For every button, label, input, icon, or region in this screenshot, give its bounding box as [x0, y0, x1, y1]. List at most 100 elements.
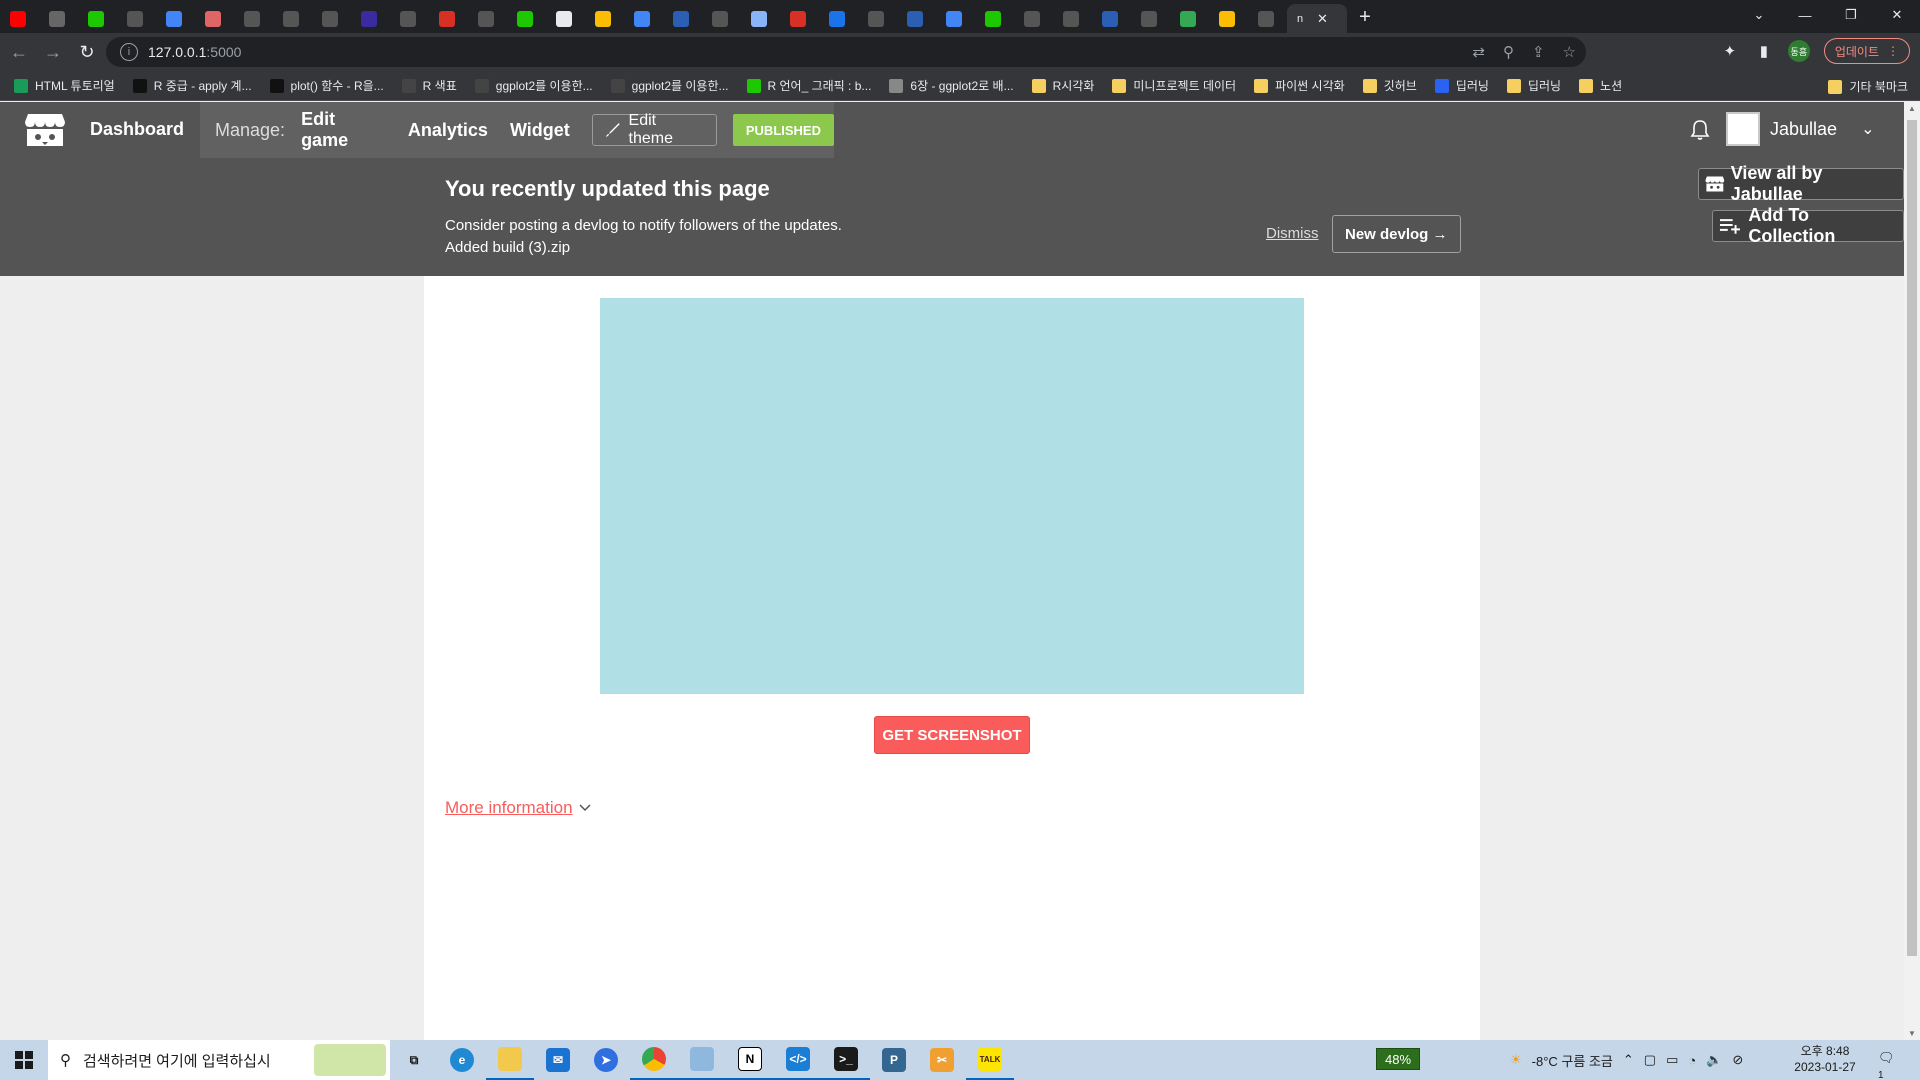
notification-center-icon[interactable]: 🗨1 [1878, 1050, 1900, 1080]
bookmark-item[interactable]: 딥러닝 [1506, 77, 1561, 94]
address-bar[interactable]: i 127.0.0.1:5000 ⇄ ⚲ ⇪ ☆ [106, 37, 1586, 67]
site-info-icon[interactable]: i [120, 43, 138, 61]
browser-tab[interactable] [351, 4, 390, 33]
browser-tab[interactable] [273, 4, 312, 33]
todo-icon[interactable]: ➤ [582, 1040, 630, 1080]
scroll-up-icon[interactable]: ▲ [1908, 104, 1916, 113]
close-window-button[interactable]: ✕ [1874, 0, 1920, 30]
edit-theme-button[interactable]: Edit theme [591, 112, 717, 147]
browser-tab[interactable] [156, 4, 195, 33]
bookmark-item[interactable]: R시각화 [1031, 77, 1094, 94]
other-bookmarks[interactable]: 기타 북마크 [1828, 78, 1908, 95]
browser-tab[interactable] [468, 4, 507, 33]
notification-bell-icon[interactable] [1688, 118, 1712, 142]
browser-tab[interactable] [1053, 4, 1092, 33]
bookmark-item[interactable]: 6장 - ggplot2로 배... [889, 77, 1014, 94]
side-panel-icon[interactable]: ▮ [1754, 42, 1774, 60]
browser-tab[interactable] [546, 4, 585, 33]
task-view-icon[interactable]: ⧉ [390, 1040, 438, 1080]
bookmark-item[interactable]: plot() 함수 - R을... [269, 77, 384, 94]
browser-tab[interactable] [663, 4, 702, 33]
weather-icon[interactable]: ☀ [1510, 1052, 1522, 1068]
browser-tab[interactable] [1170, 4, 1209, 33]
back-icon[interactable]: ← [4, 37, 34, 67]
browser-tab[interactable] [0, 4, 39, 33]
browser-tab[interactable] [78, 4, 117, 33]
browser-tab[interactable] [1209, 4, 1248, 33]
restore-button[interactable]: ❐ [1828, 0, 1874, 30]
dismiss-link[interactable]: Dismiss [1266, 225, 1319, 242]
app-icon[interactable]: ✂ [918, 1040, 966, 1080]
mail-icon[interactable]: ✉ [534, 1040, 582, 1080]
taskbar-search[interactable]: ⚲ 검색하려면 여기에 입력하십시 [48, 1040, 390, 1080]
weather-text[interactable]: -8°C 구름 조금 [1532, 1051, 1613, 1070]
browser-tab[interactable] [507, 4, 546, 33]
tab-search-icon[interactable]: ⌄ [1736, 0, 1782, 30]
browser-tab[interactable] [780, 4, 819, 33]
file-explorer-icon[interactable] [486, 1040, 534, 1080]
forward-icon[interactable]: → [38, 37, 68, 67]
kakaotalk-icon[interactable]: TALK [966, 1040, 1014, 1080]
game-embed-frame[interactable] [600, 298, 1304, 694]
browser-tab[interactable] [234, 4, 273, 33]
edge-icon[interactable]: e [438, 1040, 486, 1080]
browser-tab[interactable] [702, 4, 741, 33]
get-screenshot-button[interactable]: GET SCREENSHOT [874, 716, 1030, 754]
browser-tab[interactable] [1248, 4, 1287, 33]
published-badge[interactable]: PUBLISHED [732, 114, 834, 146]
browser-tab[interactable] [741, 4, 780, 33]
battery-indicator[interactable]: 48% [1376, 1048, 1420, 1070]
device-icon[interactable]: ▢ [1644, 1052, 1656, 1068]
scroll-thumb[interactable] [1907, 120, 1917, 956]
browser-tab[interactable] [429, 4, 468, 33]
active-tab[interactable]: n ✕ [1287, 4, 1347, 33]
user-menu[interactable]: Jabullae ⌄ [1726, 112, 1874, 146]
bookmark-item[interactable]: R 중급 - apply 계... [132, 77, 252, 94]
browser-tab[interactable] [897, 4, 936, 33]
widget-link[interactable]: Widget [510, 120, 570, 141]
bookmark-item[interactable]: 파이썬 시각화 [1254, 77, 1345, 94]
zoom-icon[interactable]: ⚲ [1503, 43, 1514, 61]
browser-tab[interactable] [39, 4, 78, 33]
bookmark-item[interactable]: ggplot2를 이용한... [610, 77, 729, 94]
wifi-icon[interactable]: ◔ [1688, 1053, 1696, 1068]
browser-tab[interactable] [117, 4, 156, 33]
browser-tab[interactable] [1131, 4, 1170, 33]
browser-tab[interactable] [390, 4, 429, 33]
notepad-icon[interactable] [678, 1040, 726, 1080]
postgres-icon[interactable]: P [870, 1040, 918, 1080]
browser-tab[interactable] [1092, 4, 1131, 33]
bookmark-star-icon[interactable]: ☆ [1563, 43, 1576, 61]
browser-tab[interactable] [858, 4, 897, 33]
close-tab-icon[interactable]: ✕ [1317, 11, 1328, 27]
bookmark-item[interactable]: 노션 [1579, 77, 1622, 94]
bookmark-item[interactable]: R 색표 [401, 77, 457, 94]
scroll-down-icon[interactable]: ▼ [1908, 1029, 1916, 1038]
taskbar-clock[interactable]: 오후 8:48 2023-01-27 [1790, 1043, 1860, 1075]
battery-tray-icon[interactable]: ▭ [1666, 1052, 1678, 1068]
bookmark-item[interactable]: 깃허브 [1362, 77, 1417, 94]
start-button[interactable] [0, 1040, 48, 1080]
bookmark-item[interactable]: R 언어_ 그래픽 : b... [746, 77, 871, 94]
browser-tab[interactable] [585, 4, 624, 33]
view-all-button[interactable]: View all by Jabullae [1698, 163, 1904, 204]
url-text[interactable]: 127.0.0.1:5000 [148, 44, 241, 60]
add-to-collection-button[interactable]: Add To Collection [1712, 205, 1904, 246]
bookmark-item[interactable]: HTML 튜토리얼 [14, 77, 115, 94]
chevron-up-icon[interactable]: ⌃ [1623, 1052, 1634, 1068]
ime-icon[interactable]: ⊘ [1732, 1052, 1743, 1068]
new-devlog-button[interactable]: New devlog → [1332, 215, 1461, 253]
volume-icon[interactable]: 🔈 [1706, 1052, 1722, 1068]
browser-tab[interactable] [312, 4, 351, 33]
vscode-icon[interactable]: </> [774, 1040, 822, 1080]
bookmark-item[interactable]: 미니프로젝트 데이터 [1112, 77, 1236, 94]
chrome-icon[interactable] [630, 1040, 678, 1080]
bookmark-item[interactable]: 딥러닝 [1434, 77, 1489, 94]
more-information-link[interactable]: More information [445, 798, 591, 818]
analytics-link[interactable]: Analytics [408, 120, 488, 141]
dashboard-link[interactable]: Dashboard [90, 119, 184, 140]
browser-tab[interactable] [195, 4, 234, 33]
browser-tab[interactable] [936, 4, 975, 33]
browser-tab[interactable] [1014, 4, 1053, 33]
terminal-icon[interactable]: >_ [822, 1040, 870, 1080]
